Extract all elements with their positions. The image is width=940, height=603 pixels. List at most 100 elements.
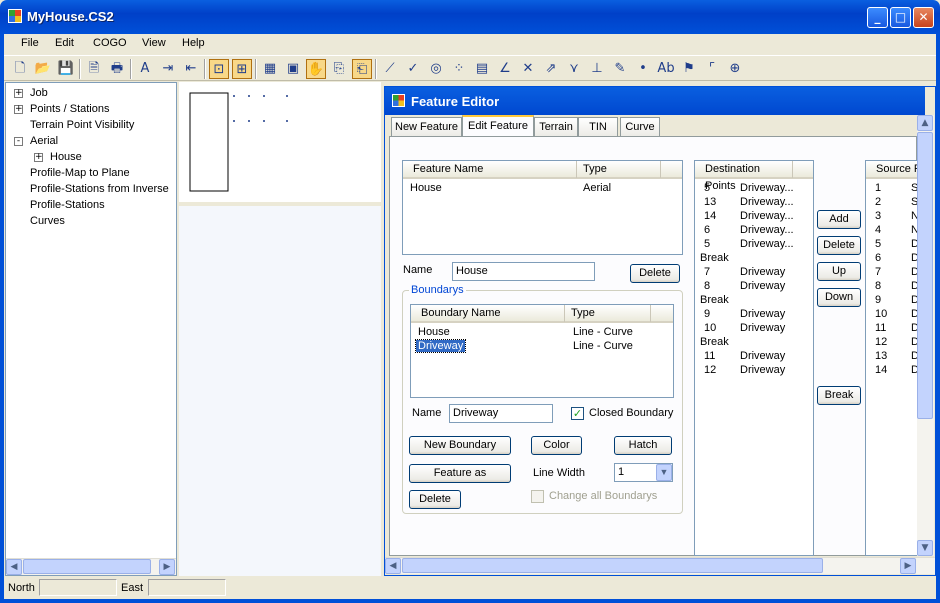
cross-icon[interactable]: ✕: [518, 59, 538, 79]
destination-point-desc[interactable]: Driveway...: [740, 238, 794, 250]
flag-icon[interactable]: ⚑: [679, 59, 699, 79]
scroll-down-icon[interactable]: ▼: [917, 540, 933, 556]
angle-icon[interactable]: ∠: [495, 59, 515, 79]
minimize-button[interactable]: _: [867, 7, 888, 28]
color-button[interactable]: Color: [531, 436, 582, 455]
print-icon[interactable]: 🖶: [107, 59, 127, 79]
tab-new-feature[interactable]: New Feature: [391, 117, 462, 136]
delete-feature-button[interactable]: Delete: [630, 264, 680, 283]
new-boundary-button[interactable]: New Boundary: [409, 436, 511, 455]
tree-item[interactable]: Profile-Map to Plane: [30, 167, 130, 179]
export-icon[interactable]: ⇤: [181, 59, 201, 79]
destination-point-id[interactable]: 7: [704, 266, 710, 278]
source-point-id[interactable]: 9: [875, 294, 881, 306]
tab-tin[interactable]: TIN: [578, 117, 618, 136]
delete-boundary-button[interactable]: Delete: [409, 490, 461, 509]
col-feature-name[interactable]: Feature Name: [407, 161, 577, 178]
select-icon[interactable]: ⊡: [209, 59, 229, 79]
menu-help[interactable]: Help: [182, 37, 205, 49]
points-icon[interactable]: ⁘: [449, 59, 469, 79]
dot-icon[interactable]: •: [633, 59, 653, 79]
fit-icon[interactable]: ⊕: [725, 59, 745, 79]
tree-expander-icon[interactable]: -: [14, 137, 23, 146]
add-button[interactable]: Add: [817, 210, 861, 229]
print-preview-icon[interactable]: 🗎: [84, 59, 104, 79]
boundary-name-input[interactable]: Driveway: [449, 404, 553, 423]
source-point-id[interactable]: 4: [875, 224, 881, 236]
change-all-checkbox[interactable]: [531, 490, 544, 503]
destination-point-id[interactable]: Break: [700, 336, 729, 348]
zoom-extents-icon[interactable]: ⊞: [232, 59, 252, 79]
destination-point-desc[interactable]: Driveway...: [740, 224, 794, 236]
break-icon[interactable]: ⋎: [564, 59, 584, 79]
hatch-button[interactable]: Hatch: [614, 436, 672, 455]
tab-edit-feature[interactable]: Edit Feature: [462, 115, 534, 137]
tree-item[interactable]: Points / Stations: [30, 103, 110, 115]
destination-point-id[interactable]: 5: [704, 182, 710, 194]
destination-point-id[interactable]: 13: [704, 196, 716, 208]
drawing-canvas[interactable]: [179, 82, 381, 202]
tree-hscrollbar[interactable]: ◀ ▶: [6, 558, 176, 575]
feature-row-name[interactable]: House: [410, 182, 442, 194]
measure-icon[interactable]: ⊥: [587, 59, 607, 79]
scroll-left-icon[interactable]: ◀: [6, 559, 22, 575]
destination-point-desc[interactable]: Driveway: [740, 364, 785, 376]
tree-item[interactable]: Profile-Stations from Inverse: [30, 183, 169, 195]
destination-point-id[interactable]: 12: [704, 364, 716, 376]
source-point-id[interactable]: 11: [875, 322, 886, 334]
scroll-thumb[interactable]: [23, 559, 151, 574]
tree-item[interactable]: House: [50, 151, 82, 163]
app-icon[interactable]: [8, 9, 22, 23]
boundary-row-name-selected[interactable]: Driveway: [414, 339, 467, 353]
menu-view[interactable]: View: [142, 37, 166, 49]
open-icon[interactable]: 📂: [33, 59, 53, 79]
down-button[interactable]: Down: [817, 288, 861, 307]
text-icon[interactable]: A: [135, 59, 155, 79]
boundary-row-type[interactable]: Line - Curve: [573, 340, 633, 352]
menu-edit[interactable]: Edit: [55, 37, 74, 49]
tree-item[interactable]: Curves: [30, 215, 65, 227]
source-point-id[interactable]: 6: [875, 252, 881, 264]
source-point-id[interactable]: 7: [875, 266, 881, 278]
tab-terrain[interactable]: Terrain: [534, 117, 578, 136]
destination-point-id[interactable]: 8: [704, 280, 710, 292]
arrow-icon[interactable]: ⇗: [541, 59, 561, 79]
scroll-right-icon[interactable]: ▶: [900, 558, 916, 574]
tree-item[interactable]: Aerial: [30, 135, 58, 147]
feature-name-input[interactable]: House: [452, 262, 595, 281]
tree-item[interactable]: Job: [30, 87, 48, 99]
close-button[interactable]: ✕: [913, 7, 934, 28]
abc-edit-icon[interactable]: Ab: [656, 59, 676, 79]
col-boundary-name[interactable]: Boundary Name: [415, 305, 565, 322]
scroll-up-icon[interactable]: ▲: [917, 115, 933, 131]
copy-icon[interactable]: ⎘: [329, 59, 349, 79]
destination-points-list[interactable]: Destination Points 5 Driveway... 13 Drivewa…: [694, 160, 814, 556]
paste-icon[interactable]: ⎗: [352, 59, 372, 79]
boundary-list[interactable]: Boundary Name Type House Line - Curve Dr…: [410, 304, 674, 398]
tree-expander-icon[interactable]: +: [14, 89, 23, 98]
tree-item[interactable]: Profile-Stations: [30, 199, 105, 211]
destination-point-desc[interactable]: Driveway: [740, 266, 785, 278]
new-icon[interactable]: 🗋: [10, 59, 30, 79]
col-destination-points[interactable]: Destination Points: [699, 161, 793, 192]
scroll-left-icon[interactable]: ◀: [385, 558, 401, 574]
boundary-row-name[interactable]: House: [418, 326, 450, 338]
up-button[interactable]: Up: [817, 262, 861, 281]
hscroll-thumb[interactable]: [402, 558, 823, 573]
import-icon[interactable]: ⇥: [158, 59, 178, 79]
feature-as-button[interactable]: Feature as: [409, 464, 511, 483]
source-point-id[interactable]: 12: [875, 336, 887, 348]
editor-vscrollbar[interactable]: ▲ ▼: [917, 115, 934, 556]
destination-point-id[interactable]: 11: [704, 350, 715, 362]
col-type[interactable]: Type: [577, 161, 661, 178]
chevron-down-icon[interactable]: ▼: [656, 464, 672, 481]
col-boundary-type[interactable]: Type: [565, 305, 651, 322]
destination-point-id[interactable]: 5: [704, 238, 710, 250]
tree-expander-icon[interactable]: +: [34, 153, 43, 162]
tab-curve[interactable]: Curve: [620, 117, 660, 136]
source-point-id[interactable]: 14: [875, 364, 887, 376]
closed-boundary-label[interactable]: Closed Boundary: [589, 407, 673, 419]
corner-icon[interactable]: ⌜: [702, 59, 722, 79]
destination-point-desc[interactable]: Driveway...: [740, 210, 794, 222]
tree-expander-icon[interactable]: +: [14, 105, 23, 114]
